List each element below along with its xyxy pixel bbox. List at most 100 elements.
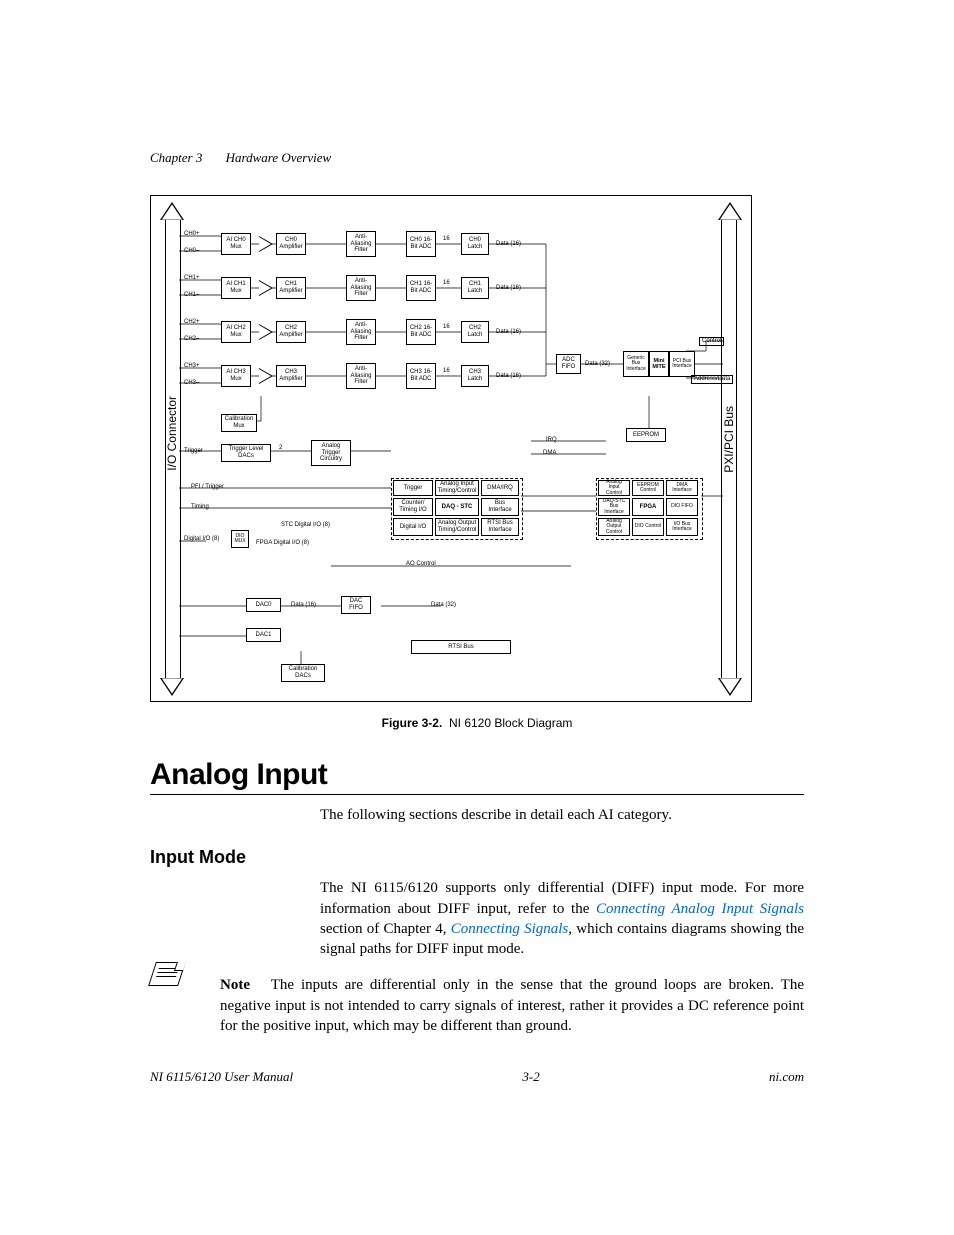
pfi-label: PFI / Trigger bbox=[191, 484, 224, 491]
stc-r2c0: Digital I/O bbox=[393, 518, 433, 536]
fpga-r2c2: I/O Bus Interface bbox=[666, 518, 698, 536]
ch2-adc: CH2 16-Bit ADC bbox=[406, 319, 436, 345]
stc-r2c1: Analog Output Timing/Control bbox=[435, 518, 479, 536]
trig-circuitry: Analog Trigger Circuitry bbox=[311, 440, 351, 466]
fpga-r1c0: DAQ-STC Bus Interface bbox=[598, 498, 630, 516]
figure-caption: Figure 3-2. NI 6120 Block Diagram bbox=[150, 716, 804, 730]
stc-r1c1: DAQ - STC bbox=[435, 498, 479, 516]
block-diagram-figure: I/O Connector PXI/PCI Bus bbox=[150, 195, 752, 702]
ch0-pos: CH0+ bbox=[184, 231, 200, 238]
irq-label: IRQ bbox=[546, 437, 557, 444]
stc-r1c2: Bus Interface bbox=[481, 498, 519, 516]
ch2-pos: CH2+ bbox=[184, 319, 200, 326]
note-paragraph: Note The inputs are differential only in… bbox=[220, 975, 804, 1036]
fpga-dio-label: FPGA Digital I/O (8) bbox=[256, 540, 309, 547]
ch0-latch: CH0 Latch bbox=[461, 233, 489, 255]
ch3-mux: AI CH3 Mux bbox=[221, 365, 251, 387]
cal-mux: Calibration Mux bbox=[221, 414, 257, 432]
ch2-latch: CH2 Latch bbox=[461, 321, 489, 343]
ch1-amp: CH1 Amplifier bbox=[276, 277, 306, 299]
mite-right: PCI Bus Interface bbox=[669, 351, 695, 377]
fpga-r0c0: Analog Input Control bbox=[598, 480, 630, 496]
stc-r0c1: Analog Input Timing/Control bbox=[435, 480, 479, 496]
timing-label: Timing bbox=[191, 504, 209, 511]
ch0-amp: CH0 Amplifier bbox=[276, 233, 306, 255]
input-mode-paragraph: The NI 6115/6120 supports only different… bbox=[320, 878, 804, 959]
footer-left: NI 6115/6120 User Manual bbox=[150, 1069, 293, 1085]
ch2-data: Data (16) bbox=[496, 329, 521, 336]
stc-r0c0: Trigger bbox=[393, 480, 433, 496]
ch3-latch: CH3 Latch bbox=[461, 365, 489, 387]
ch0-bits: 16 bbox=[443, 236, 450, 243]
ch1-latch: CH1 Latch bbox=[461, 277, 489, 299]
fpga-r0c2: DMA Interface bbox=[666, 480, 698, 496]
fpga-r2c1: DIO Control bbox=[632, 518, 664, 536]
dio-mux: DIO MUX bbox=[231, 530, 249, 548]
dio08-label: Digital I/O (8) bbox=[184, 536, 219, 543]
ch1-filter: Anti- Aliasing Filter bbox=[346, 275, 376, 301]
p1-b: section of Chapter 4, bbox=[320, 921, 451, 937]
subsection-heading-input-mode: Input Mode bbox=[150, 847, 804, 868]
note-icon bbox=[148, 962, 186, 986]
dac1: DAC1 bbox=[246, 628, 281, 642]
link-connecting-signals[interactable]: Connecting Signals bbox=[451, 921, 569, 937]
chapter-title: Hardware Overview bbox=[226, 150, 332, 165]
adc-fifo: ADC FIFO bbox=[556, 354, 581, 374]
figure-caption-text: NI 6120 Block Diagram bbox=[449, 716, 572, 730]
control-label: Control bbox=[699, 337, 724, 346]
rtsi-bus: RTSI Bus bbox=[411, 640, 511, 654]
dma-label: DMA bbox=[543, 450, 556, 457]
ch0-filter: Anti- Aliasing Filter bbox=[346, 231, 376, 257]
cal-dacs: Calibration DACs bbox=[281, 664, 325, 682]
stc-r2c2: RTSI Bus Interface bbox=[481, 518, 519, 536]
mite-left: Generic Bus Interface bbox=[623, 351, 649, 377]
addrdata-label: Address/Data bbox=[691, 375, 733, 384]
eeprom: EEPROM bbox=[626, 428, 666, 442]
ao-control-label: AO Control bbox=[406, 561, 436, 568]
ch3-adc: CH3 16-Bit ADC bbox=[406, 363, 436, 389]
ch0-data: Data (16) bbox=[496, 241, 521, 248]
fpga-r0c1: EEPROM Control bbox=[632, 480, 664, 496]
ch1-pos: CH1+ bbox=[184, 275, 200, 282]
dac0: DAC0 bbox=[246, 598, 281, 612]
ch2-neg: CH2– bbox=[184, 336, 199, 343]
dac-fifo: DAC FIFO bbox=[341, 596, 371, 614]
ch3-data: Data (16) bbox=[496, 373, 521, 380]
fpga-r1c2: DIO FIFO bbox=[666, 498, 698, 516]
note-label: Note bbox=[220, 977, 250, 993]
footer-center: 3-2 bbox=[522, 1069, 539, 1085]
ch3-filter: Anti- Aliasing Filter bbox=[346, 363, 376, 389]
ch2-bits: 16 bbox=[443, 324, 450, 331]
stc-dio-label: STC Digital I/O (8) bbox=[281, 522, 330, 529]
note-text: The inputs are differential only in the … bbox=[220, 977, 804, 1034]
ch2-amp: CH2 Amplifier bbox=[276, 321, 306, 343]
stc-r0c2: DMA/IRQ bbox=[481, 480, 519, 496]
trig-2: 2 bbox=[279, 445, 282, 452]
ch3-pos: CH3+ bbox=[184, 363, 200, 370]
chapter-number: Chapter 3 bbox=[150, 150, 202, 165]
data32b-label: Data (32) bbox=[431, 602, 456, 609]
ch1-neg: CH1– bbox=[184, 292, 199, 299]
figure-caption-label: Figure 3-2. bbox=[382, 716, 443, 730]
trig-dacs: Trigger Level DACs bbox=[221, 444, 271, 462]
ch3-amp: CH3 Amplifier bbox=[276, 365, 306, 387]
stc-r1c0: Counter/ Timing I/O bbox=[393, 498, 433, 516]
mite-mid: Mini MITE bbox=[649, 351, 669, 377]
ch1-data: Data (16) bbox=[496, 285, 521, 292]
trigger-label: Trigger bbox=[184, 448, 203, 455]
ch1-mux: AI CH1 Mux bbox=[221, 277, 251, 299]
data32-label: Data (32) bbox=[585, 361, 610, 368]
ch0-mux: AI CH0 Mux bbox=[221, 233, 251, 255]
running-header: Chapter 3 Hardware Overview bbox=[150, 150, 331, 166]
page-footer: NI 6115/6120 User Manual 3-2 ni.com bbox=[150, 1069, 804, 1085]
ch0-adc: CH0 16-Bit ADC bbox=[406, 231, 436, 257]
ch2-mux: AI CH2 Mux bbox=[221, 321, 251, 343]
ch0-neg: CH0– bbox=[184, 248, 199, 255]
data16-label: Data (16) bbox=[291, 602, 316, 609]
fpga-r1c1: FPGA bbox=[632, 498, 664, 516]
ch3-neg: CH3– bbox=[184, 380, 199, 387]
fpga-r2c0: Analog Output Control bbox=[598, 518, 630, 536]
link-connecting-ai-signals[interactable]: Connecting Analog Input Signals bbox=[596, 901, 804, 917]
footer-right: ni.com bbox=[769, 1069, 804, 1085]
ch3-bits: 16 bbox=[443, 368, 450, 375]
